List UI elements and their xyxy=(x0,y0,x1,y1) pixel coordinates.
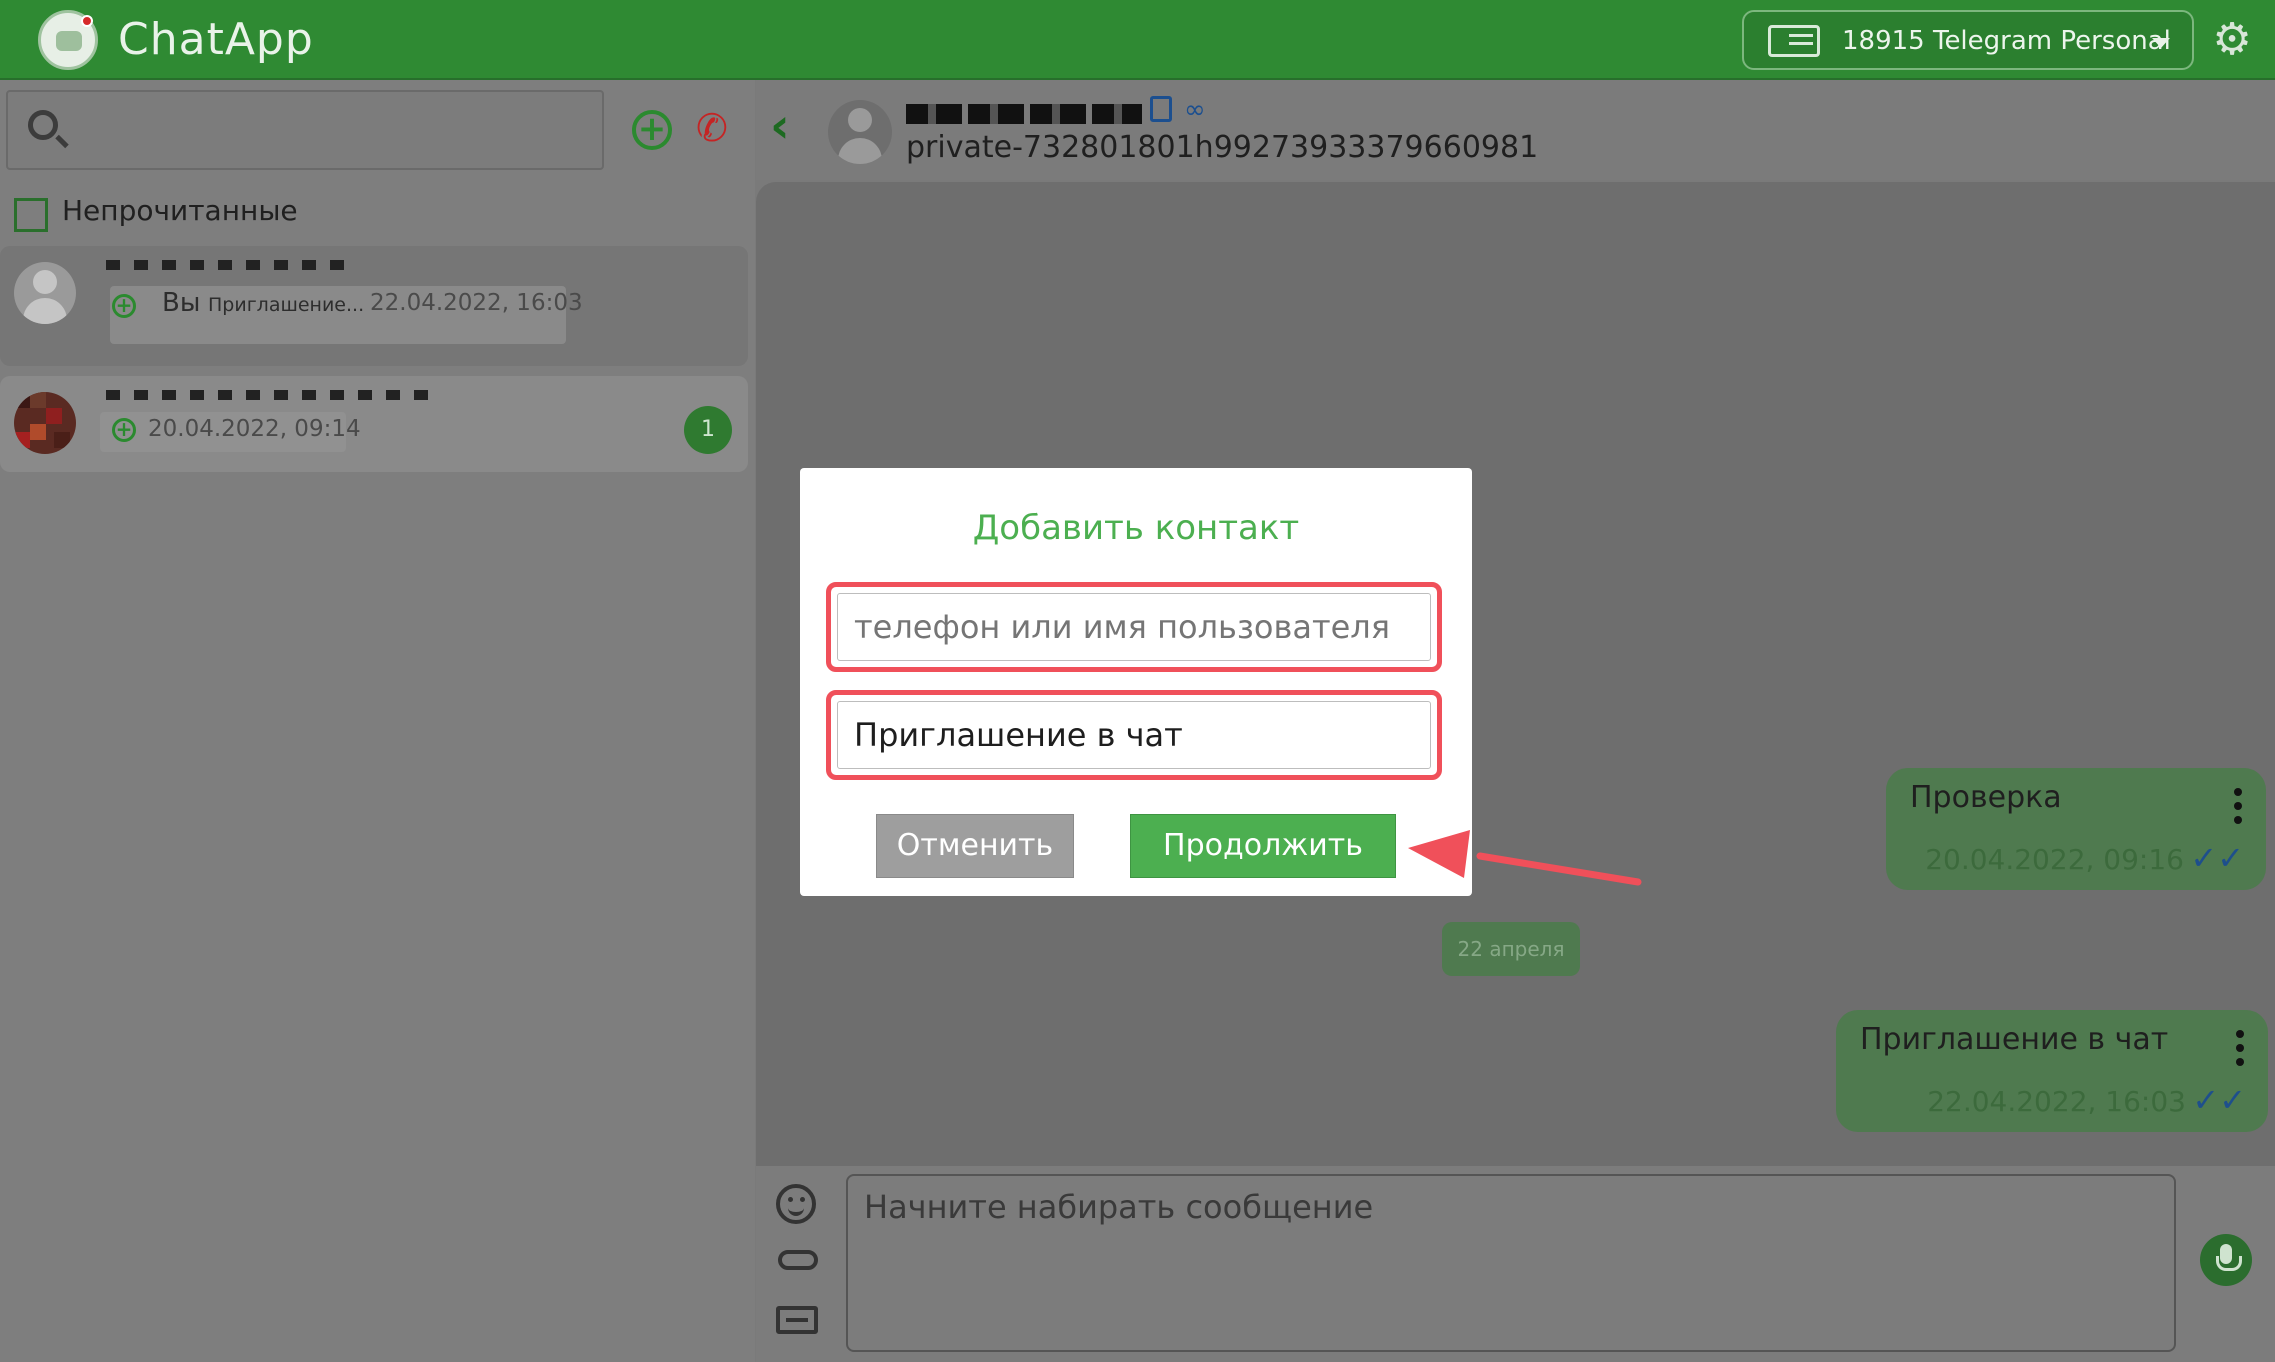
app-title: ChatApp xyxy=(118,14,314,65)
certificate-icon xyxy=(1768,25,1820,57)
add-chat-icon[interactable]: + xyxy=(632,110,672,150)
redacted-name xyxy=(106,390,436,400)
message-text: Проверка xyxy=(1910,780,2062,815)
app-logo xyxy=(38,10,98,70)
avatar xyxy=(14,392,76,454)
highlight-box: телефон или имя пользователя xyxy=(826,582,1442,672)
add-contact-dialog: Добавить контакт телефон или имя пользов… xyxy=(800,468,1472,896)
emoji-icon[interactable] xyxy=(776,1184,816,1224)
date-divider: 22 апреля xyxy=(1442,922,1580,976)
unread-checkbox[interactable] xyxy=(14,198,48,232)
search-input[interactable] xyxy=(6,90,604,170)
link-icon[interactable]: ∞ xyxy=(1184,97,1206,123)
invite-message-input[interactable]: Приглашение в чат xyxy=(837,701,1431,769)
copy-icon[interactable] xyxy=(1150,96,1172,122)
message-time: 20.04.2022, 09:16 xyxy=(1925,843,2184,876)
chat-list-item[interactable]: + Вы Приглашение... 22.04.2022, 16:03 xyxy=(0,246,748,366)
message-input[interactable]: Начните набирать сообщение xyxy=(846,1174,2176,1352)
message-bubble: Проверка 20.04.2022, 09:16 ✓✓ xyxy=(1886,768,2266,890)
message-bubble: Приглашение в чат 22.04.2022, 16:03 ✓✓ xyxy=(1836,1010,2268,1132)
redacted-name xyxy=(106,260,356,270)
plus-circle-icon: + xyxy=(112,418,136,442)
microphone-icon[interactable] xyxy=(2200,1234,2252,1286)
cancel-button[interactable]: Отменить xyxy=(876,814,1074,878)
back-arrow-icon[interactable]: ‹ xyxy=(770,102,790,150)
preview-sender: Вы xyxy=(162,288,201,318)
unread-badge: 1 xyxy=(684,406,732,454)
paperclip-icon[interactable] xyxy=(778,1250,818,1270)
phone-check-icon[interactable]: ✆ xyxy=(696,106,740,150)
account-selector[interactable]: 18915 Telegram Personal xyxy=(1742,10,2194,70)
avatar xyxy=(828,100,892,164)
message-text: Приглашение в чат xyxy=(1860,1022,2169,1057)
chat-list-item[interactable]: + 20.04.2022, 09:14 1 xyxy=(0,376,748,472)
plus-circle-icon: + xyxy=(112,294,136,318)
template-icon[interactable] xyxy=(776,1306,818,1334)
preview-text: Приглашение... xyxy=(208,294,365,316)
unread-label: Непрочитанные xyxy=(62,194,298,227)
gear-icon[interactable]: ⚙ xyxy=(2210,18,2254,62)
composer: Начните набирать сообщение xyxy=(756,1166,2275,1362)
redacted-contact-name xyxy=(906,104,1142,124)
message-placeholder: Начните набирать сообщение xyxy=(864,1188,1374,1226)
more-vertical-icon[interactable] xyxy=(2236,1030,2244,1070)
account-label: 18915 Telegram Personal xyxy=(1842,26,2171,56)
avatar xyxy=(14,262,76,324)
more-vertical-icon[interactable] xyxy=(2234,788,2242,828)
search-icon xyxy=(28,110,58,140)
chat-id: private-732801801h99273933379660981 xyxy=(906,130,1539,165)
robot-icon xyxy=(56,31,82,51)
preview-time: 20.04.2022, 09:14 xyxy=(148,416,361,442)
chevron-down-icon xyxy=(2152,38,2170,48)
preview-time: 22.04.2022, 16:03 xyxy=(370,290,583,316)
sidebar: + ✆ Непрочитанные + Вы Приглашение... 22… xyxy=(0,80,755,1362)
notification-dot xyxy=(81,15,93,27)
highlight-box: Приглашение в чат xyxy=(826,690,1442,780)
chat-header: ‹ ∞ private-732801801h99273933379660981 xyxy=(756,80,2275,180)
contact-input[interactable]: телефон или имя пользователя xyxy=(837,593,1431,661)
continue-button[interactable]: Продолжить xyxy=(1130,814,1396,878)
double-check-icon: ✓✓ xyxy=(2190,839,2244,877)
dialog-title: Добавить контакт xyxy=(972,508,1300,548)
top-bar: ChatApp 18915 Telegram Personal ⚙ xyxy=(0,0,2275,80)
message-time: 22.04.2022, 16:03 xyxy=(1927,1085,2186,1118)
double-check-icon: ✓✓ xyxy=(2192,1081,2246,1119)
